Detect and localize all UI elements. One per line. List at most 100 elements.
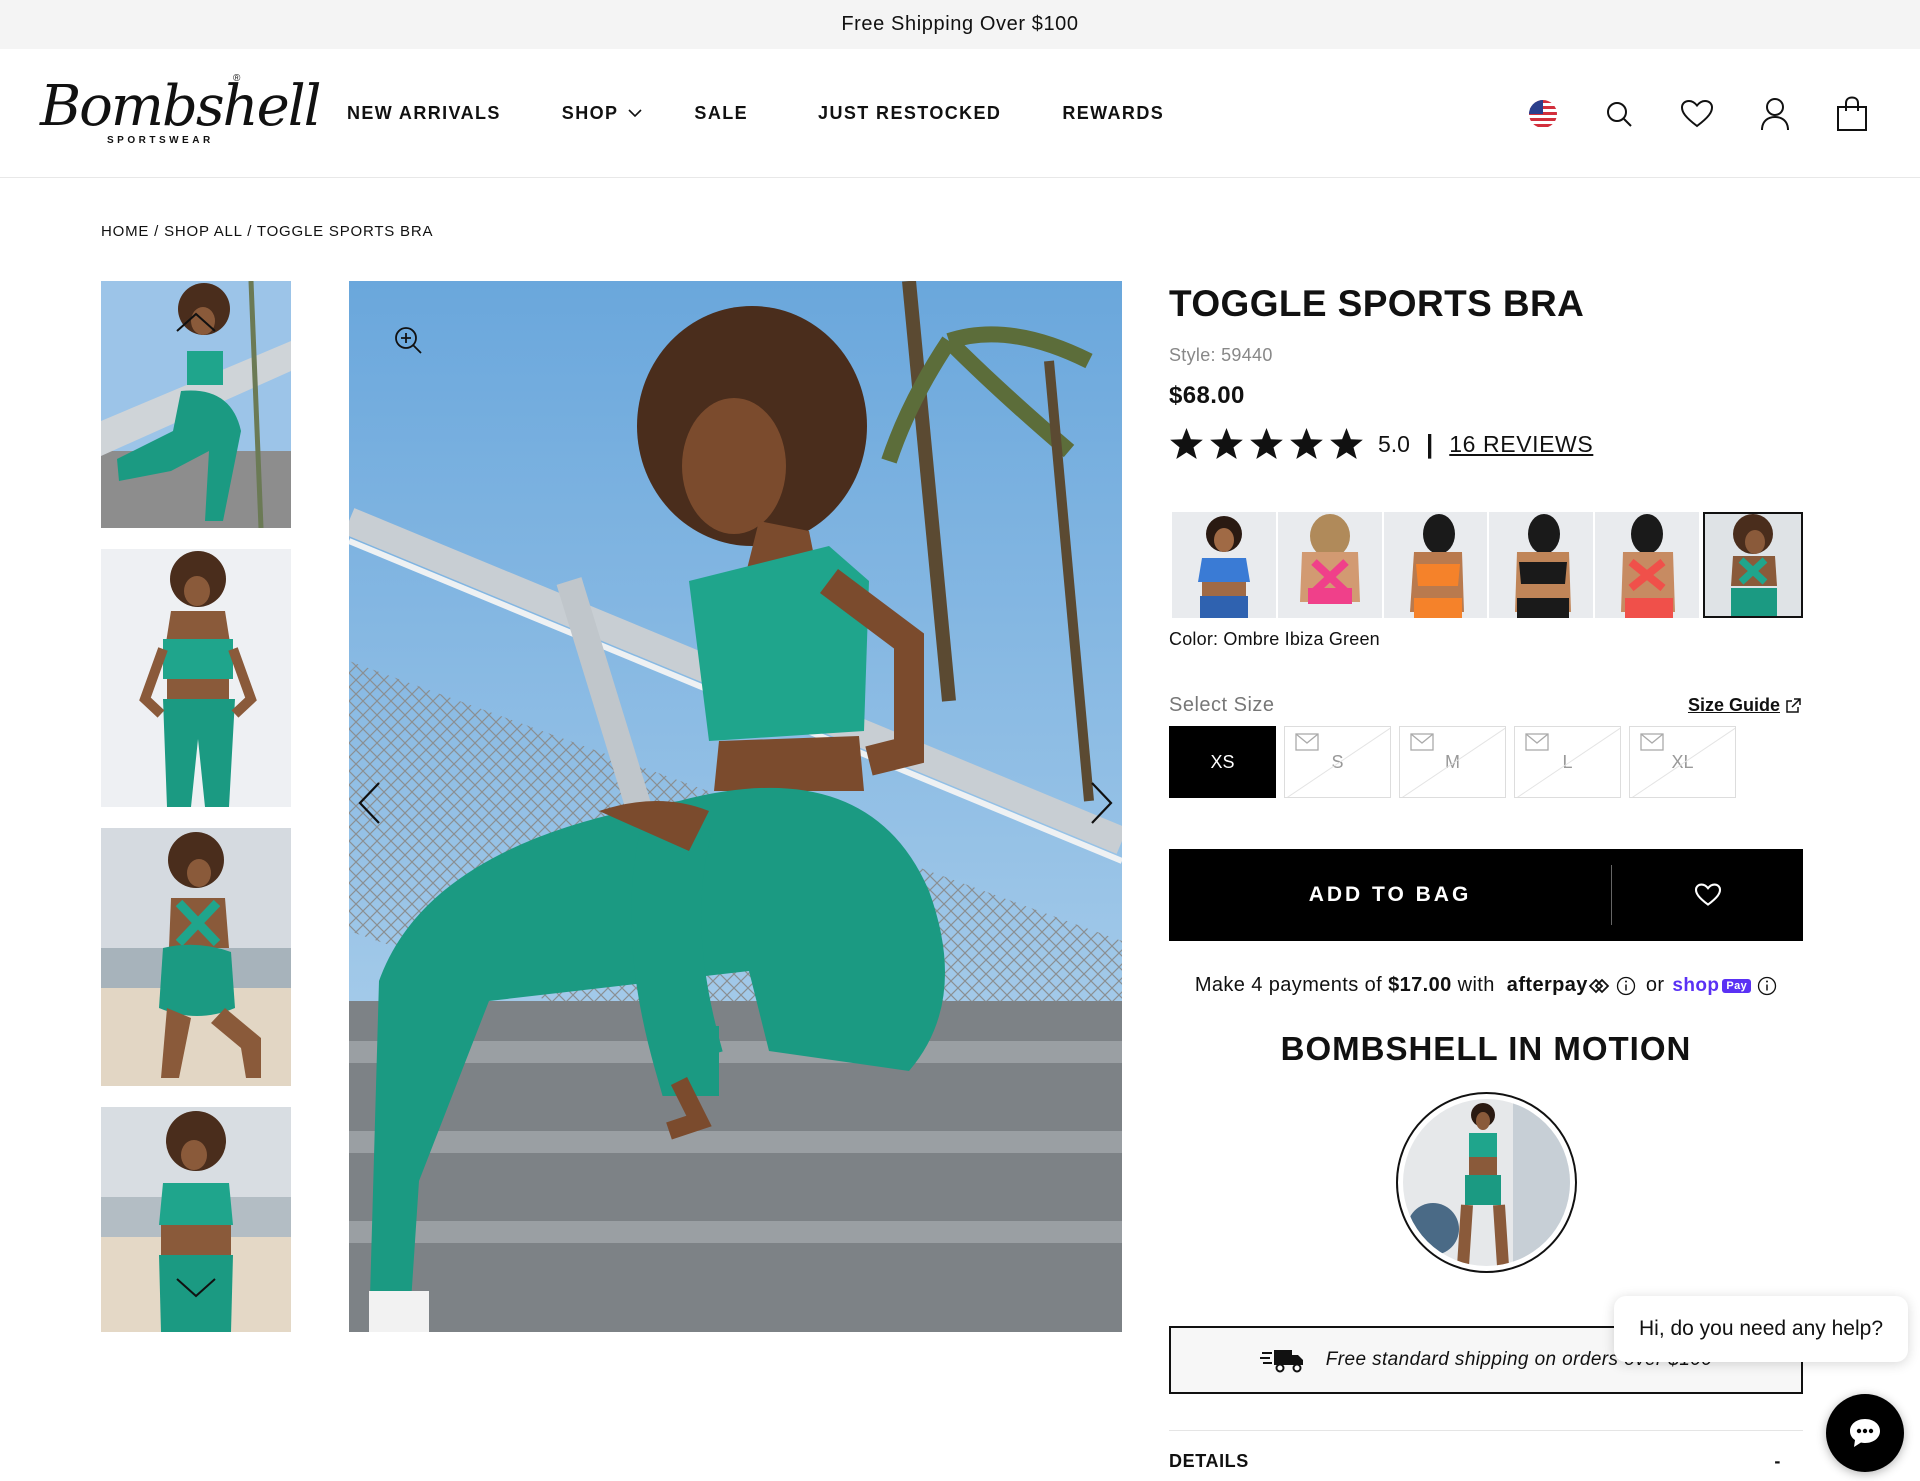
motion-section-title: BOMBSHELL IN MOTION [1280,1030,1692,1067]
breadcrumb-separator: / [149,223,165,240]
nav-sale[interactable]: SALE [694,103,748,124]
breadcrumb-home[interactable]: HOME [101,223,149,240]
thumbnail-scroll-up-button[interactable] [174,310,218,334]
shoppay-logo: shop [1672,974,1720,996]
nav-shop[interactable]: SHOP [562,103,643,124]
color-swatch[interactable] [1489,512,1594,618]
payment-with: with [1457,974,1495,996]
gallery-next-button[interactable] [1090,781,1114,830]
size-guide-link[interactable]: Size Guide [1688,695,1802,716]
details-divider [1169,1430,1803,1431]
brand-logo[interactable]: Bombshell ® SPORTSWEAR [40,73,322,155]
star-icon [1210,427,1243,460]
notify-envelope-icon [1295,733,1319,751]
logo-wordmark: Bombshell [40,74,322,139]
add-to-bag-button[interactable]: ADD TO BAG [1169,849,1611,941]
afterpay-logo: afterpay [1506,974,1588,996]
breadcrumb-shop-all[interactable]: SHOP ALL [164,223,242,240]
announcement-bar: Free Shipping Over $100 [0,0,1920,49]
bag-icon[interactable] [1836,95,1868,132]
size-option-xs[interactable]: XS [1169,726,1276,798]
us-flag-icon[interactable] [1528,99,1558,129]
chevron-down-icon [628,109,642,118]
chevron-left-icon [358,782,380,824]
main-nav: NEW ARRIVALS SHOP SALE JUST RESTOCKED RE… [347,49,1164,178]
color-swatch[interactable] [1595,512,1700,618]
product-main-image[interactable] [349,281,1122,1332]
color-swatch[interactable] [1383,512,1488,618]
chat-launcher-button[interactable] [1826,1394,1904,1472]
zoom-in-icon[interactable] [393,325,423,360]
account-icon[interactable] [1760,97,1790,131]
heart-icon[interactable] [1680,99,1714,129]
chat-greeting-bubble[interactable]: Hi, do you need any help? [1614,1296,1908,1362]
color-swatches [1172,512,1803,618]
notify-envelope-icon [1410,733,1434,751]
rating-stars [1169,427,1364,461]
details-toggle: - [1774,1451,1781,1471]
shoppay-info-icon[interactable] [1757,976,1777,996]
breadcrumb-separator: / [242,223,257,240]
details-accordion[interactable]: DETAILS - [1169,1451,1803,1472]
chat-icon [1850,1419,1880,1447]
star-icon [1250,427,1283,460]
afterpay-info-icon[interactable] [1616,976,1636,996]
rating-separator: | [1425,428,1434,459]
payment-or: or [1645,974,1665,996]
color-swatch[interactable] [1277,512,1382,618]
add-to-wishlist-button[interactable] [1612,849,1803,941]
header-icons [1528,49,1868,178]
payment-prefix: Make 4 payments of [1194,974,1383,996]
breadcrumb: HOME / SHOP ALL / TOGGLE SPORTS BRA [101,223,433,240]
site-header: Bombshell ® SPORTSWEAR NEW ARRIVALS SHOP… [0,49,1920,178]
add-to-bag-row: ADD TO BAG [1169,849,1803,941]
star-icon [1170,427,1203,460]
shoppay-badge: Pay [1722,978,1752,993]
notify-envelope-icon [1525,733,1549,751]
chat-greeting-text: Hi, do you need any help? [1638,1317,1883,1340]
gallery-prev-button[interactable] [357,781,381,830]
product-info: TOGGLE SPORTS BRA Style: 59440 $68.00 5.… [1169,281,1803,1273]
product-rating: 5.0 | 16 REVIEWS [1169,424,1803,464]
size-option-s[interactable]: S [1284,726,1391,798]
color-swatch-selected[interactable] [1703,512,1803,618]
delivery-truck-icon [1259,1350,1303,1373]
nav-rewards[interactable]: REWARDS [1062,103,1164,124]
size-options: XS S M L XL [1169,726,1803,798]
chevron-up-icon [176,312,216,332]
size-option-xl[interactable]: XL [1629,726,1736,798]
size-label: Select Size [1169,694,1275,716]
size-header: Select Size Size Guide [1169,694,1802,717]
size-option-m[interactable]: M [1399,726,1506,798]
heart-icon [1694,883,1721,906]
installment-amount: $17.00 [1388,974,1452,996]
chevron-right-icon [1091,782,1113,824]
notify-envelope-icon [1640,733,1664,751]
thumbnail-3[interactable] [101,828,291,1086]
breadcrumb-current: TOGGLE SPORTS BRA [256,223,434,240]
chevron-down-icon [176,1278,216,1298]
star-icon [1330,427,1363,460]
reviews-link[interactable]: 16 REVIEWS [1449,431,1593,458]
payment-options: Make 4 payments of $17.00 with afterpay … [1169,974,1803,997]
logo-subtitle: SPORTSWEAR [107,135,214,146]
search-icon[interactable] [1604,99,1634,129]
announcement-text: Free Shipping Over $100 [841,13,1079,35]
nav-just-restocked[interactable]: JUST RESTOCKED [818,103,1001,124]
logo-registered-mark: ® [233,73,241,84]
product-title: TOGGLE SPORTS BRA [1169,283,1585,324]
thumbnail-2[interactable] [101,549,291,807]
star-icon [1290,427,1323,460]
color-swatch[interactable] [1172,512,1276,618]
selected-color-label: Color: Ombre Ibiza Green [1169,629,1380,649]
product-style: Style: 59440 [1169,345,1273,365]
external-link-icon [1786,697,1801,713]
nav-new-arrivals[interactable]: NEW ARRIVALS [347,103,501,124]
thumbnail-scroll-down-button[interactable] [174,1276,218,1300]
motion-video-thumbnail[interactable] [1395,1092,1577,1273]
rating-value: 5.0 [1378,430,1410,457]
details-label: DETAILS [1169,1451,1249,1471]
afterpay-arrows-icon [1588,978,1610,993]
size-option-l[interactable]: L [1514,726,1621,798]
product-price: $68.00 [1169,382,1245,409]
